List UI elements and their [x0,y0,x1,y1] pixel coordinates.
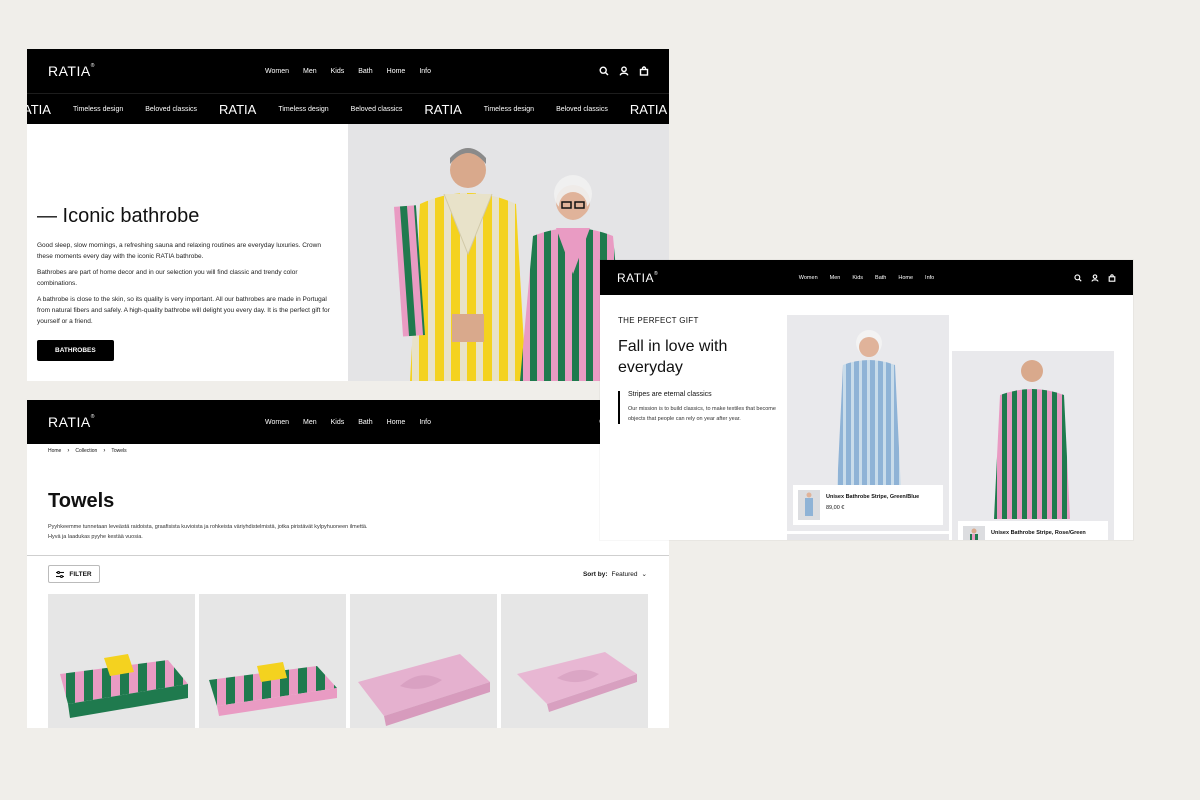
nav-item-kids[interactable]: Kids [852,275,863,281]
main-nav: Women Men Kids Bath Home Info [265,68,431,75]
product-image [350,594,497,728]
model-rose-robe-illustration [952,351,1114,540]
marquee-item: Timeless design [483,105,535,113]
cart-icon[interactable] [639,66,649,76]
nav-item-home[interactable]: Home [898,275,913,281]
filter-button[interactable]: FILTER [48,565,100,583]
marquee-item: Beloved classics [350,105,403,113]
brand-logo[interactable]: RATIA® [48,63,95,79]
product-image-blue-robe[interactable]: Unisex Bathrobe Stripe, Green/Blue 89,00… [787,315,949,531]
product-thumbnail [963,526,985,540]
hero-paragraph: Bathrobes are part of home decor and in … [37,269,298,287]
nav-item-men[interactable]: Men [830,275,841,281]
breadcrumb-home[interactable]: Home [48,448,61,454]
filter-icon [56,570,65,578]
chevron-down-icon: ⌄ [641,571,647,578]
towels-collection-panel: RATIA® Women Men Kids Bath Home Info Hom… [27,400,669,728]
brand-logo[interactable]: RATIA® [617,271,658,285]
product-name[interactable]: Unisex Bathrobe Stripe, Rose/Green [991,530,1086,536]
product-card[interactable] [350,594,497,728]
gift-quote: Stripes are eternal classics Our mission… [618,391,778,424]
product-card-rose-green[interactable]: Unisex Bathrobe Stripe, Rose/Green [958,521,1108,540]
divider [27,555,669,556]
nav-item-women[interactable]: Women [265,68,289,75]
marquee-item: Beloved classics [556,105,608,113]
gift-page-panel: RATIA® Women Men Kids Bath Home Info THE… [600,260,1133,540]
nav-item-info[interactable]: Info [925,275,934,281]
chevron-right-icon: › [103,448,106,454]
product-image [501,594,648,728]
product-image [199,594,346,728]
page-title: Towels [48,490,115,512]
collection-description: Pyyhkeemme tunnetaan leveästä raidoista,… [48,524,368,540]
product-card[interactable] [501,594,648,728]
main-nav: Women Men Kids Bath Home Info [265,419,431,426]
gift-title: Fall in love with everyday [618,338,728,376]
hero-title: — Iconic bathrobe [37,205,200,227]
filter-label: FILTER [69,570,92,578]
product-price: 89,00 € [826,505,845,511]
user-icon[interactable] [1091,273,1099,282]
nav-item-home[interactable]: Home [387,68,406,75]
marquee-item: Timeless design [72,105,124,113]
hero-paragraph: A bathrobe is close to the skin, so its … [37,296,330,325]
marquee-item: RATIA [424,101,462,117]
nav-item-bath[interactable]: Bath [358,419,372,426]
user-icon[interactable] [619,66,629,76]
breadcrumb-collection[interactable]: Collection [75,448,97,454]
site-header: RATIA® Women Men Kids Bath Home Info [600,260,1133,295]
bathrobes-button[interactable]: BATHROBES [37,340,114,361]
marquee-item: Beloved classics [145,105,198,113]
marquee-item: RATIA [629,101,668,117]
nav-item-info[interactable]: Info [419,419,431,426]
nav-item-kids[interactable]: Kids [331,68,345,75]
product-image [48,594,195,728]
main-nav: Women Men Kids Bath Home Info [799,275,934,281]
header-actions [599,66,649,76]
nav-item-kids[interactable]: Kids [331,419,345,426]
announcement-marquee: ATIA Timeless design Beloved classics RA… [27,93,669,124]
nav-item-info[interactable]: Info [419,68,431,75]
marquee-item: Timeless design [278,105,329,113]
nav-item-women[interactable]: Women [799,275,818,281]
chevron-right-icon: › [67,448,70,454]
nav-item-bath[interactable]: Bath [875,275,886,281]
sort-label: Sort by: [582,570,608,578]
product-name[interactable]: Unisex Bathrobe Stripe, Green/Blue [826,494,919,500]
search-icon[interactable] [599,66,609,76]
site-header: RATIA® Women Men Kids Bath Home Info [27,49,669,93]
marquee-item: ATIA [27,101,51,117]
cart-icon[interactable] [1108,273,1116,282]
nav-item-men[interactable]: Men [303,419,317,426]
product-image-rose-robe[interactable]: Unisex Bathrobe Stripe, Rose/Green [952,351,1114,540]
hero-paragraph: Good sleep, slow mornings, a refreshing … [37,242,321,260]
gift-copy: THE PERFECT GIFT Fall in love with every… [618,316,778,424]
gift-eyebrow: THE PERFECT GIFT [618,316,699,325]
search-icon[interactable] [1074,273,1082,282]
bathrobe-page-panel: RATIA® Women Men Kids Bath Home Info ATI… [27,49,669,381]
product-card[interactable] [199,594,346,728]
sort-dropdown[interactable]: Sort by: Featured ⌄ [582,570,647,579]
nav-item-women[interactable]: Women [265,419,289,426]
product-thumbnail [798,490,820,520]
nav-item-bath[interactable]: Bath [358,68,372,75]
gift-body: Our mission is to build classics, to mak… [628,406,776,422]
breadcrumb: Home › Collection › Towels [48,448,127,454]
product-card-green-blue[interactable]: Unisex Bathrobe Stripe, Green/Blue 89,00… [793,485,943,525]
sort-value: Featured [611,570,638,578]
hero-copy: — Iconic bathrobe Good sleep, slow morni… [37,205,337,361]
nav-item-home[interactable]: Home [387,419,406,426]
breadcrumb-current: Towels [111,448,127,454]
next-product-placeholder [787,534,949,540]
brand-logo[interactable]: RATIA® [48,414,95,430]
marquee-item: RATIA [219,101,257,117]
header-actions [1074,273,1116,282]
site-header: RATIA® Women Men Kids Bath Home Info [27,400,669,444]
gift-subtitle: Stripes are eternal classics [628,391,712,398]
nav-item-men[interactable]: Men [303,68,317,75]
product-card[interactable] [48,594,195,728]
product-grid [48,594,648,728]
